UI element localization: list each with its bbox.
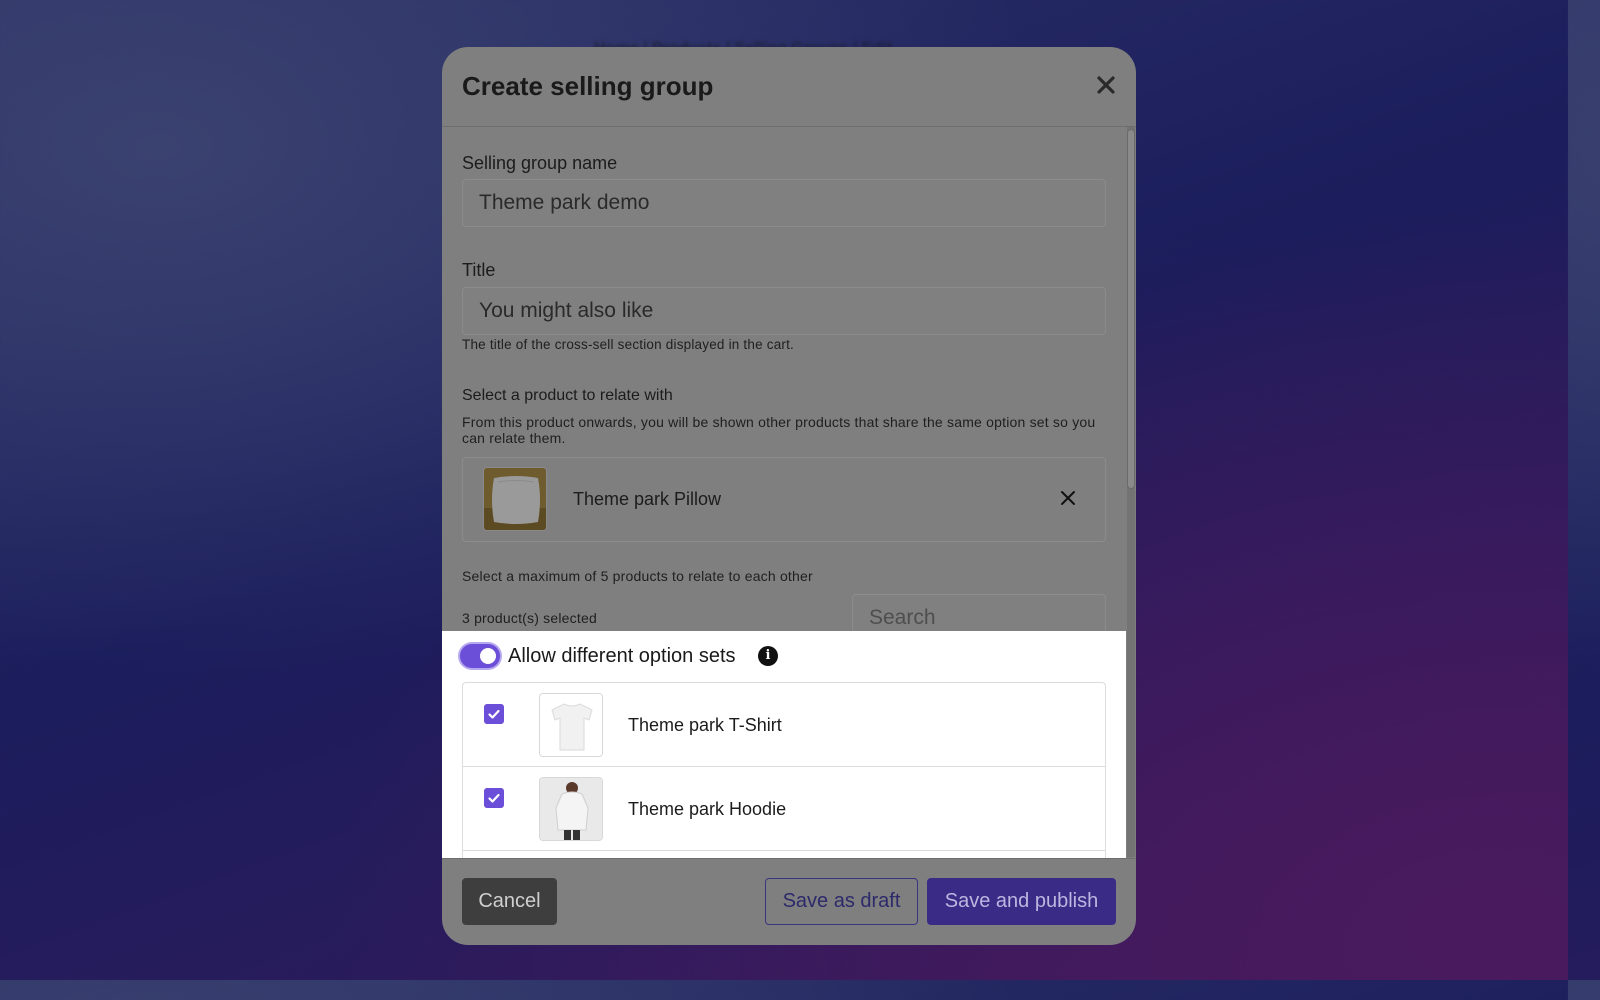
related-product-name: Theme park Pillow xyxy=(573,489,722,509)
allow-option-sets-label: Allow different option sets xyxy=(508,645,736,667)
tshirt-checkbox[interactable] xyxy=(484,704,504,724)
scrollbar-thumb[interactable] xyxy=(1127,129,1135,489)
name-label: Selling group name xyxy=(462,153,618,173)
toggle-knob xyxy=(480,648,496,664)
title-help-text: The title of the cross-sell section disp… xyxy=(462,337,795,352)
product-name-hoodie: Theme park Hoodie xyxy=(628,799,787,819)
product-list: Theme park T-Shirt Theme park Hoodie xyxy=(462,682,1106,858)
related-product-card: Theme park Pillow xyxy=(462,457,1106,542)
check-icon xyxy=(488,709,500,719)
relate-help-text: From this product onwards, you will be s… xyxy=(462,414,1096,446)
save-as-draft-button[interactable]: Save as draft xyxy=(765,878,918,925)
modal-footer: Cancel Save as draft Save and publish xyxy=(442,858,1136,945)
modal-title: Create selling group xyxy=(462,71,714,101)
tshirt-thumbnail xyxy=(539,693,603,757)
product-name-tshirt: Theme park T-Shirt xyxy=(628,715,782,735)
list-item[interactable]: Theme park T-Shirt xyxy=(463,683,1105,767)
info-icon[interactable]: i xyxy=(758,646,778,666)
close-icon[interactable] xyxy=(1094,73,1118,97)
max-products-text: Select a maximum of 5 products to relate… xyxy=(462,568,813,584)
title-label: Title xyxy=(462,260,496,280)
save-and-publish-button[interactable]: Save and publish xyxy=(927,878,1116,925)
allow-option-sets-toggle[interactable] xyxy=(460,644,500,668)
check-icon xyxy=(488,793,500,803)
relate-label: Select a product to relate with xyxy=(462,387,673,404)
product-selection-panel: Allow different option sets i Theme park… xyxy=(442,631,1126,858)
modal-header: Create selling group xyxy=(442,47,1136,127)
modal-scrollbar[interactable] xyxy=(1126,127,1136,857)
hoodie-thumbnail xyxy=(539,777,603,841)
cancel-button[interactable]: Cancel xyxy=(462,878,557,925)
selected-count: 3 product(s) selected xyxy=(462,610,597,626)
title-input[interactable]: You might also like xyxy=(462,287,1106,335)
selling-group-name-input[interactable]: Theme park demo xyxy=(462,179,1106,227)
pillow-thumbnail xyxy=(483,467,547,531)
remove-related-product-icon[interactable] xyxy=(1060,490,1076,506)
create-selling-group-modal: Create selling group Selling group name … xyxy=(442,47,1136,945)
list-item[interactable]: Theme park Hoodie xyxy=(463,767,1105,851)
hoodie-checkbox[interactable] xyxy=(484,788,504,808)
